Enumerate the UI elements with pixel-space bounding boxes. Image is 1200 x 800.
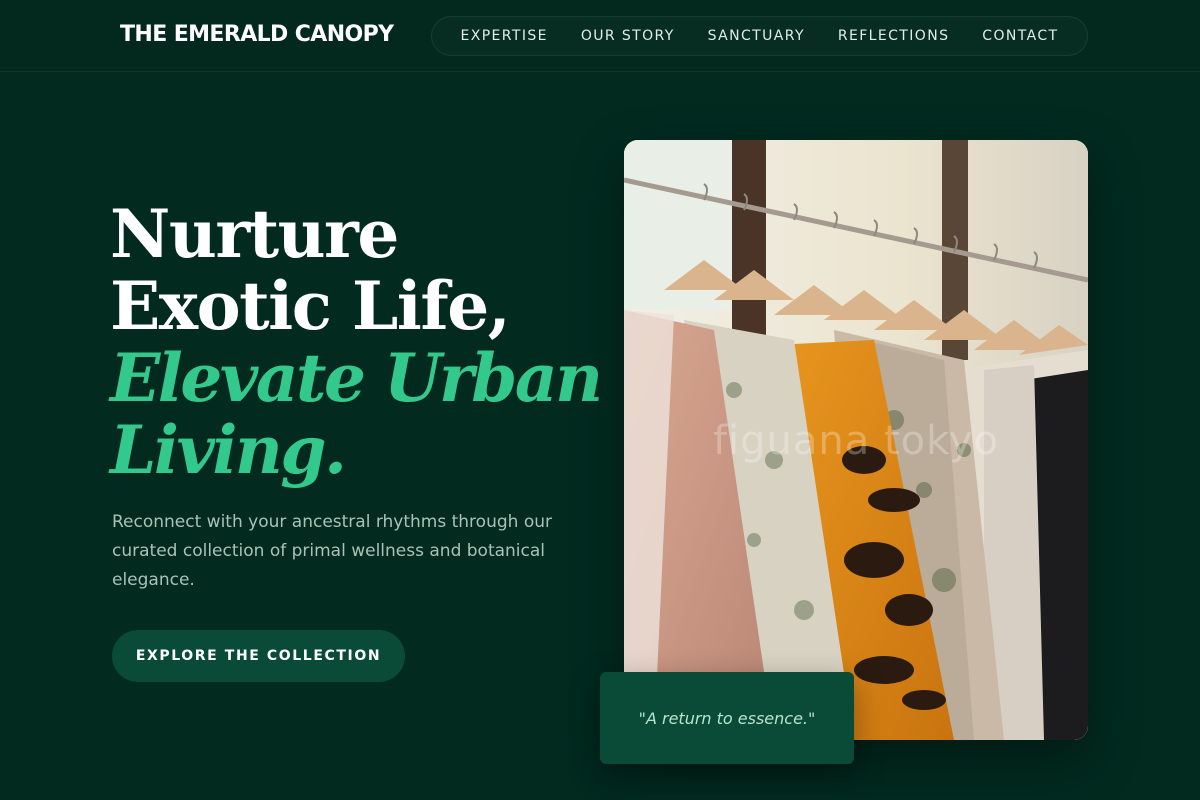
nav-expertise[interactable]: EXPERTISE [460,28,547,44]
brand-logo[interactable]: THE EMERALD CANOPY [120,20,394,50]
explore-collection-button[interactable]: EXPLORE THE COLLECTION [112,630,405,682]
quote-card: "A return to essence." [600,672,854,764]
nav-reflections[interactable]: REFLECTIONS [838,28,950,44]
hero-image: figuana tokyo [624,140,1088,740]
headline-line-1: Nurture [110,195,399,273]
main-nav: EXPERTISE OUR STORY SANCTUARY REFLECTION… [431,16,1088,56]
quote-text: "A return to essence." [638,708,816,728]
site-header: THE EMERALD CANOPY EXPERTISE OUR STORY S… [0,0,1200,72]
hero-headline: Nurture Exotic Life, Elevate Urban Livin… [110,195,603,489]
headline-accent-line-2: Living. [110,411,347,489]
image-watermark: figuana tokyo [712,418,1000,464]
headline-line-2: Exotic Life, [110,267,511,345]
nav-sanctuary[interactable]: SANCTUARY [708,28,805,44]
nav-contact[interactable]: CONTACT [982,28,1058,44]
hero-subtext: Reconnect with your ancestral rhythms th… [112,512,552,590]
headline-accent-line-1: Elevate Urban [110,339,603,417]
nav-our-story[interactable]: OUR STORY [581,28,675,44]
